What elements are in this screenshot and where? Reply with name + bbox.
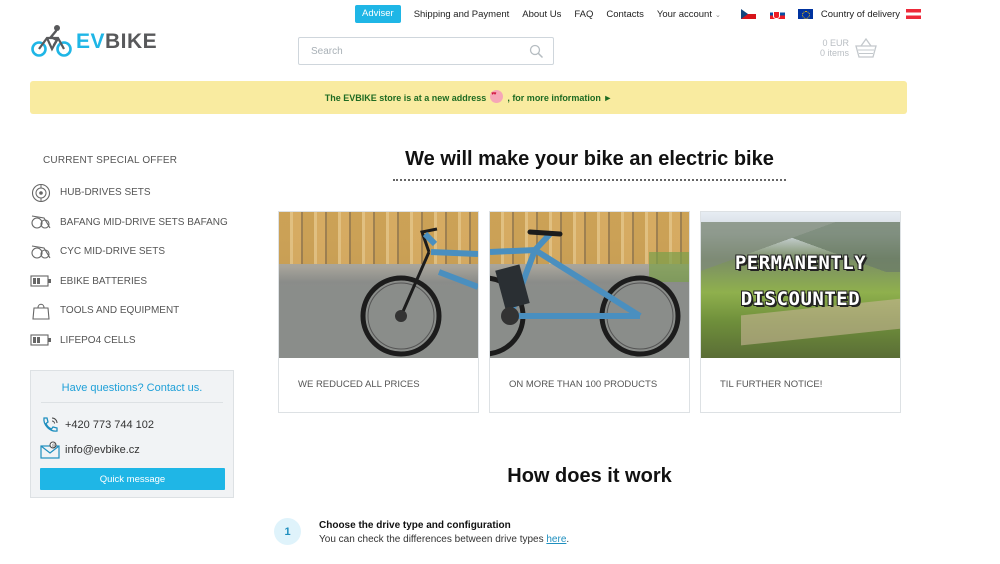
cart-items-count: 0 items — [820, 48, 850, 58]
flag-eu-icon[interactable] — [797, 9, 813, 19]
permanently-discounted-banner: PERMANENTLY DISCOUNTED — [701, 212, 900, 358]
quick-message-button[interactable]: Quick message — [40, 468, 225, 490]
drive-types-link[interactable]: here — [546, 534, 566, 545]
hub-motor-icon — [30, 182, 52, 204]
logo-wordmark: EVBIKE — [76, 30, 157, 54]
step-number: 1 — [274, 518, 301, 545]
adviser-button[interactable]: Adviser — [355, 5, 401, 23]
contact-phone: +420 773 744 102 — [65, 418, 155, 431]
promo-card[interactable]: WE REDUCED ALL PRICES — [278, 211, 479, 413]
about-us-link[interactable]: About Us — [522, 9, 561, 20]
card-label: WE REDUCED ALL PRICES — [298, 379, 420, 390]
country-of-delivery-label[interactable]: Country of delivery — [821, 9, 900, 20]
step-item: 1 Choose the drive type and configuratio… — [274, 518, 569, 545]
page-title: We will make your bike an electric bike — [405, 148, 774, 170]
cart-summary: 0 EUR 0 items — [820, 38, 849, 58]
sidebar-title: CURRENT SPECIAL OFFER — [43, 155, 178, 166]
category-label: LIFEPO4 CELLS — [60, 334, 136, 346]
logo-bike-text: BIKE — [105, 30, 158, 53]
mid-drive-icon — [30, 211, 52, 233]
promo-line-2: DISCOUNTED — [740, 288, 861, 310]
category-list: HUB-DRIVES SETS BAFANG MID-DRIVE SETS BA… — [30, 178, 240, 355]
cart-amount: 0 EUR — [822, 38, 850, 48]
search-input[interactable] — [299, 38, 519, 64]
bike-rider-icon — [31, 25, 72, 57]
heart-eyes-icon — [490, 90, 504, 103]
flag-at-icon[interactable] — [906, 9, 922, 19]
step-description: You can check the differences between dr… — [319, 534, 569, 545]
contact-email: info@evbike.cz — [65, 443, 140, 456]
category-lifepo4-cells[interactable]: LIFEPO4 CELLS — [30, 326, 240, 356]
divider — [41, 402, 223, 403]
category-label: TOOLS AND EQUIPMENT — [60, 305, 180, 317]
category-label: BAFANG MID-DRIVE SETS BAFANG — [60, 216, 228, 228]
step-desc-text: You can check the differences between dr… — [319, 534, 547, 545]
category-label: HUB-DRIVES SETS — [60, 187, 151, 199]
promo-card[interactable]: PERMANENTLY DISCOUNTED TIL FURTHER NOTIC… — [700, 211, 901, 413]
category-label: EBIKE BATTERIES — [60, 275, 148, 287]
card-label: TIL FURTHER NOTICE! — [720, 379, 823, 390]
chevron-down-icon: ⌄ — [714, 11, 721, 19]
envelope-icon: @ — [40, 440, 60, 460]
category-tools-equipment[interactable]: TOOLS AND EQUIPMENT — [30, 296, 240, 326]
flag-sk-icon[interactable] — [769, 9, 785, 19]
step-title: Choose the drive type and configuration — [319, 520, 511, 531]
mid-drive-icon — [30, 241, 52, 263]
search-icon[interactable] — [529, 44, 544, 59]
shipping-link[interactable]: Shipping and Payment — [414, 9, 510, 20]
promo-line-1: PERMANENTLY — [734, 252, 867, 274]
contact-email-row[interactable]: @ info@evbike.cz — [40, 437, 233, 462]
category-hub-drives[interactable]: HUB-DRIVES SETS — [30, 178, 240, 208]
bike-photo — [490, 212, 689, 358]
category-label: CYC MID-DRIVE SETS — [60, 246, 166, 258]
step-desc-end: . — [566, 534, 570, 545]
promo-cards: WE REDUCED ALL PRICES ON MORE THAN 100 P… — [278, 211, 901, 413]
category-ebike-batteries[interactable]: EBIKE BATTERIES — [30, 267, 240, 297]
card-label: ON MORE THAN 100 PRODUCTS — [509, 379, 658, 390]
flag-cz-icon[interactable] — [740, 9, 756, 19]
search-box — [298, 37, 554, 65]
category-cyc-mid-drive[interactable]: CYC MID-DRIVE SETS — [30, 237, 240, 267]
step-content: Choose the drive type and configuration … — [319, 518, 569, 545]
cart-button[interactable]: 0 EUR 0 items — [820, 38, 877, 58]
contact-title-link[interactable]: Have questions? Contact us. — [31, 382, 233, 394]
contacts-link[interactable]: Contacts — [606, 9, 644, 20]
your-account-label: Your account — [656, 8, 712, 20]
contact-phone-row[interactable]: +420 773 744 102 — [40, 412, 233, 437]
evbike-logo[interactable]: EVBIKE — [30, 22, 157, 62]
your-account-menu[interactable]: Your account ⌄ — [657, 9, 721, 20]
logo-ev-text: EV — [76, 30, 106, 53]
phone-icon — [40, 415, 60, 435]
promo-card[interactable]: ON MORE THAN 100 PRODUCTS — [489, 211, 690, 413]
bag-icon — [30, 300, 52, 322]
category-bafang-mid-drive[interactable]: BAFANG MID-DRIVE SETS BAFANG — [30, 208, 240, 238]
battery-icon — [30, 329, 52, 351]
faq-link[interactable]: FAQ — [574, 9, 593, 20]
notice-text-end: , for more information ► — [507, 92, 613, 103]
contact-box: Have questions? Contact us. +420 773 744… — [30, 370, 234, 498]
notice-text-start: The EVBIKE store is at a new address — [324, 92, 487, 103]
top-bar: Adviser Shipping and Payment About Us FA… — [355, 5, 922, 23]
basket-icon — [855, 38, 877, 58]
how-it-works-title: How does it work — [507, 465, 672, 487]
title-underline — [393, 179, 786, 181]
new-address-notice[interactable]: The EVBIKE store is at a new address , f… — [30, 81, 907, 114]
svg-text:@: @ — [52, 442, 57, 448]
bike-photo — [279, 212, 478, 358]
battery-icon — [30, 270, 52, 292]
